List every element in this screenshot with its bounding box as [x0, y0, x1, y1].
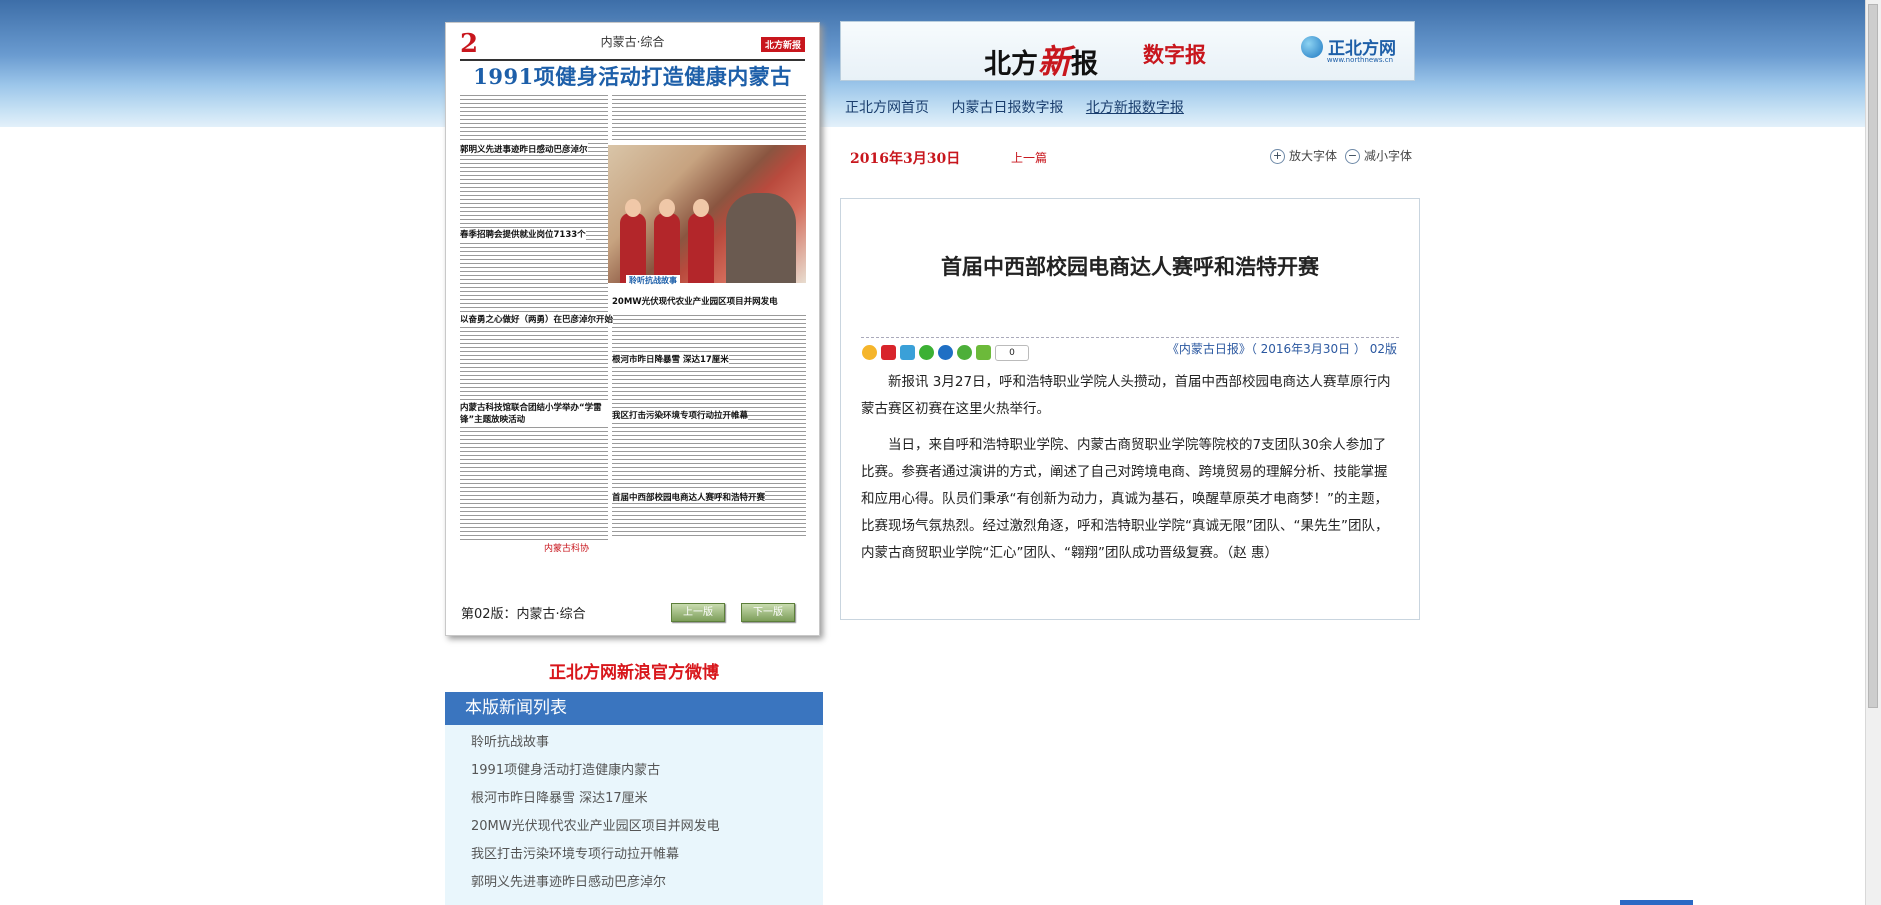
prev-article-link[interactable]: 上一篇 — [1011, 149, 1047, 166]
page-news-list: 本版新闻列表 聆听抗战故事 1991项健身活动打造健康内蒙古 根河市昨日降暴雪 … — [445, 692, 823, 905]
share-wechat-icon[interactable] — [919, 345, 934, 360]
photo-figure — [620, 213, 646, 283]
masthead-logo[interactable]: 北方新报 数字报 正北方网 www.northnews.cn — [840, 21, 1415, 81]
page-subhead[interactable]: 我区打击污染环境专项行动拉开帷幕 — [612, 409, 749, 421]
page-headline[interactable]: 1991项健身活动打造健康内蒙古 — [446, 61, 819, 91]
news-list-item[interactable]: 聆听抗战故事 — [445, 729, 823, 757]
nav-imdaily-link[interactable]: 内蒙古日报数字报 — [951, 100, 1063, 116]
share-clover-icon[interactable] — [957, 345, 972, 360]
font-size-controls: + 放大字体 − 减小字体 — [1270, 147, 1412, 164]
news-list-item[interactable]: 1991项健身活动打造健康内蒙古 — [445, 757, 823, 785]
page-footer: 第02版：内蒙古·综合 上一版 下一版 — [446, 588, 819, 635]
newspaper-page-thumbnail[interactable]: 内蒙古·综合 2 北方新报 1991项健身活动打造健康内蒙古 郭明义先进事迹昨日… — [445, 22, 820, 636]
top-navigation: 正北方网首页 内蒙古日报数字报 北方新报数字报 — [845, 97, 1202, 117]
photo-figure — [654, 213, 680, 283]
photo-caption: 聆听抗战故事 — [626, 275, 680, 286]
article-title: 首届中西部校园电商达人赛呼和浩特开赛 — [941, 254, 1319, 279]
issue-date: 2016年3月30日 — [850, 151, 961, 167]
article-panel: 首届中西部校园电商达人赛呼和浩特开赛 0 《内蒙古日报》（ 2016年3月30日… — [840, 198, 1420, 620]
page-subhead[interactable]: 郭明义先进事迹昨日感动巴彦淖尔 — [460, 143, 588, 155]
page-label: 第02版：内蒙古·综合 — [461, 607, 586, 622]
page-subhead[interactable]: 20MW光伏现代农业产业园区项目并网发电 — [612, 295, 778, 307]
page-number: 2 — [460, 29, 479, 59]
zoom-out-icon[interactable]: − — [1345, 149, 1361, 164]
share-more-icon[interactable] — [976, 345, 991, 360]
text-column — [612, 313, 806, 538]
prev-page-button[interactable]: 上一版 — [671, 603, 725, 622]
weibo-link[interactable]: 正北方网新浪官方微博 — [445, 658, 823, 683]
font-bigger-link[interactable]: 放大字体 — [1289, 149, 1337, 163]
share-tencent-icon[interactable] — [900, 345, 915, 360]
nav-northnews-link[interactable]: 北方新报数字报 — [1086, 100, 1184, 116]
page-subhead[interactable]: 首届中西部校园电商达人赛呼和浩特开赛 — [612, 491, 766, 503]
brand-xin: 新 — [1038, 42, 1071, 81]
news-list-title: 本版新闻列表 — [445, 692, 823, 725]
photo-figure — [726, 193, 796, 283]
photo-figure-head — [693, 199, 709, 217]
page-subhead[interactable]: 春季招聘会提供就业岗位7133个 — [460, 228, 586, 240]
text-column — [612, 93, 806, 143]
share-renren-icon[interactable] — [881, 345, 896, 360]
vertical-scrollbar[interactable] — [1865, 0, 1881, 905]
page-subhead[interactable]: 以奋勇之心做好（两勇）在巴彦淖尔开始 — [460, 313, 614, 325]
digital-edition-label: 数字报 — [1143, 43, 1206, 67]
share-qzone-icon[interactable] — [862, 345, 877, 360]
photo-figure-head — [659, 199, 675, 217]
globe-icon — [1300, 35, 1323, 58]
horizontal-scroll-indicator[interactable] — [1620, 900, 1693, 905]
news-list-item[interactable]: 根河市昨日降暴雪 深达17厘米 — [445, 785, 823, 813]
paper-badge: 北方新报 — [760, 37, 805, 52]
brand-bf: 北方 — [984, 49, 1038, 80]
article-paragraph: 当日，来自呼和浩特职业学院、内蒙古商贸职业学院等院校的7支团队30余人参加了比赛… — [861, 437, 1389, 561]
article-source: 《内蒙古日报》（ 2016年3月30日 ） 02版 — [1166, 342, 1397, 356]
page-photo[interactable] — [608, 145, 806, 283]
news-list-item[interactable]: 我区打击污染环境专项行动拉开帷幕 — [445, 841, 823, 869]
news-list-item[interactable]: 20MW光伏现代农业产业园区项目并网发电 — [445, 813, 823, 841]
page-subhead[interactable]: 根河市昨日降暴雪 深达17厘米 — [612, 353, 729, 365]
photo-figure — [688, 213, 714, 283]
share-bar: 0 — [862, 342, 1033, 361]
font-smaller-link[interactable]: 减小字体 — [1364, 149, 1412, 163]
zoom-in-icon[interactable]: + — [1270, 149, 1285, 164]
brand-logo: 北方新报 — [984, 35, 1098, 83]
news-list-item[interactable]: 郭明义先进事迹昨日感动巴彦淖尔 — [445, 869, 823, 897]
article-body: 新报讯 3月27日，呼和浩特职业学院人头攒动，首届中西部校园电商达人赛草原行内蒙… — [861, 369, 1397, 576]
site-url: www.northnews.cn — [1326, 56, 1394, 64]
nav-home-link[interactable]: 正北方网首页 — [845, 100, 929, 116]
share-person-icon[interactable] — [938, 345, 953, 360]
article-paragraph: 新报讯 3月27日，呼和浩特职业学院人头攒动，首届中西部校园电商达人赛草原行内蒙… — [861, 374, 1391, 417]
site-logo[interactable]: 正北方网 www.northnews.cn — [1300, 34, 1396, 64]
brand-bao: 报 — [1071, 49, 1098, 80]
share-count: 0 — [995, 344, 1029, 361]
scrollbar-thumb[interactable] — [1868, 4, 1878, 708]
photo-figure-head — [625, 199, 641, 217]
page-subhead[interactable]: 内蒙古科技馆联合团结小学举办“学雷锋”主题放映活动 — [460, 401, 608, 425]
paper-logo: 内蒙古科协 — [544, 544, 590, 554]
next-page-button[interactable]: 下一版 — [741, 603, 795, 622]
divider — [861, 337, 1399, 338]
